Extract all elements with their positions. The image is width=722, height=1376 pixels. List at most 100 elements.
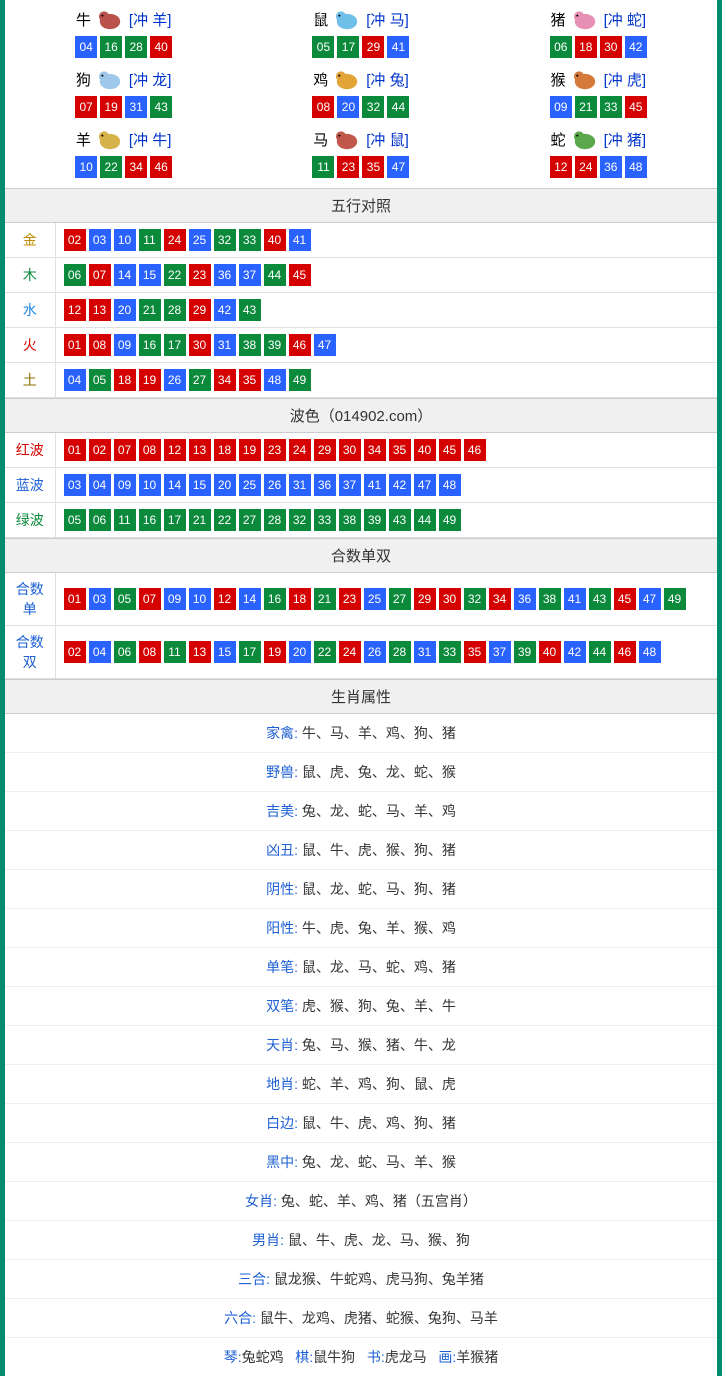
attr-key: 双笔:: [266, 998, 302, 1014]
number-badge: 30: [439, 588, 461, 610]
horse-icon: [330, 126, 364, 152]
number-badge: 18: [289, 588, 311, 610]
number-badge: 06: [89, 509, 111, 531]
row-numbers: 04051819262734354849: [55, 363, 717, 398]
number-badge: 41: [289, 229, 311, 251]
attr-footer-seg: 画:羊猴猪: [438, 1349, 498, 1365]
attrs-header: 生肖属性: [5, 679, 717, 714]
zodiac-chong: [冲 龙]: [129, 69, 172, 90]
number-badge: 47: [639, 588, 661, 610]
number-badge: 02: [89, 439, 111, 461]
row-label: 水: [5, 293, 55, 328]
row-label: 金: [5, 223, 55, 258]
number-badge: 01: [64, 439, 86, 461]
number-badge: 22: [214, 509, 236, 531]
number-badge: 03: [89, 588, 111, 610]
number-badge: 37: [489, 641, 511, 663]
attr-row: 天肖: 兔、马、猴、猪、牛、龙: [5, 1026, 717, 1065]
attr-key: 阳性:: [266, 920, 302, 936]
zodiac-cell: 牛[冲 羊]04162840: [5, 4, 242, 64]
attr-value: 兔、蛇、羊、鸡、猪（五宫肖）: [281, 1193, 477, 1209]
number-badge: 20: [214, 474, 236, 496]
number-badge: 09: [550, 96, 572, 118]
number-badge: 04: [75, 36, 97, 58]
attr-footer-value: 虎龙马: [385, 1349, 427, 1365]
zodiac-numbers: 07193143: [5, 96, 242, 118]
number-badge: 49: [664, 588, 686, 610]
attr-key: 男肖:: [252, 1232, 288, 1248]
number-badge: 37: [339, 474, 361, 496]
number-badge: 07: [89, 264, 111, 286]
number-badge: 04: [89, 474, 111, 496]
number-badge: 24: [339, 641, 361, 663]
attr-key: 三合:: [238, 1271, 274, 1287]
zodiac-chong: [冲 牛]: [129, 129, 172, 150]
number-badge: 38: [239, 334, 261, 356]
monkey-icon: [568, 66, 602, 92]
number-badge: 17: [164, 509, 186, 531]
number-badge: 40: [264, 229, 286, 251]
number-badge: 34: [364, 439, 386, 461]
zodiac-grid: 牛[冲 羊]04162840鼠[冲 马]05172941猪[冲 蛇]061830…: [5, 0, 717, 188]
number-badge: 46: [464, 439, 486, 461]
attr-value: 蛇、羊、鸡、狗、鼠、虎: [302, 1076, 456, 1092]
bose-table: 红波0102070812131819232429303435404546蓝波03…: [5, 433, 717, 538]
number-badge: 15: [139, 264, 161, 286]
zodiac-name: 猴: [551, 69, 566, 90]
row-numbers: 0103050709101214161821232527293032343638…: [55, 573, 717, 626]
attr-footer-key: 棋:: [295, 1349, 313, 1365]
number-badge: 38: [539, 588, 561, 610]
attr-key: 天肖:: [266, 1037, 302, 1053]
table-row: 木06071415222336374445: [5, 258, 717, 293]
attr-key: 地肖:: [266, 1076, 302, 1092]
attr-row: 地肖: 蛇、羊、鸡、狗、鼠、虎: [5, 1065, 717, 1104]
table-row: 合数单0103050709101214161821232527293032343…: [5, 573, 717, 626]
number-badge: 18: [214, 439, 236, 461]
bose-header: 波色（014902.com）: [5, 398, 717, 433]
number-badge: 16: [139, 509, 161, 531]
zodiac-title: 羊[冲 牛]: [76, 126, 172, 152]
number-badge: 24: [289, 439, 311, 461]
number-badge: 28: [125, 36, 147, 58]
attr-key: 单笔:: [266, 959, 302, 975]
zodiac-title: 猪[冲 蛇]: [551, 6, 647, 32]
number-badge: 14: [114, 264, 136, 286]
number-badge: 20: [337, 96, 359, 118]
number-badge: 07: [75, 96, 97, 118]
zodiac-title: 鸡[冲 兔]: [313, 66, 409, 92]
number-badge: 34: [489, 588, 511, 610]
number-badge: 02: [64, 641, 86, 663]
attr-key: 吉美:: [266, 803, 302, 819]
number-badge: 43: [239, 299, 261, 321]
row-label: 木: [5, 258, 55, 293]
number-badge: 46: [614, 641, 636, 663]
zodiac-numbers: 04162840: [5, 36, 242, 58]
number-badge: 03: [64, 474, 86, 496]
number-badge: 48: [264, 369, 286, 391]
number-badge: 12: [550, 156, 572, 178]
number-badge: 07: [114, 439, 136, 461]
attr-row: 白边: 鼠、牛、虎、鸡、狗、猪: [5, 1104, 717, 1143]
attrs-footer: 琴:兔蛇鸡 棋:鼠牛狗 书:虎龙马 画:羊猴猪: [5, 1338, 717, 1376]
attr-row: 三合: 鼠龙猴、牛蛇鸡、虎马狗、兔羊猪: [5, 1260, 717, 1299]
number-badge: 03: [89, 229, 111, 251]
attr-key: 六合:: [224, 1310, 260, 1326]
dog-icon: [93, 66, 127, 92]
row-label: 蓝波: [5, 468, 55, 503]
attr-value: 鼠、牛、虎、猴、狗、猪: [302, 842, 456, 858]
number-badge: 49: [289, 369, 311, 391]
attr-footer-seg: 书:虎龙马: [367, 1349, 427, 1365]
zodiac-numbers: 12243648: [480, 156, 717, 178]
attr-footer-key: 琴:: [224, 1349, 242, 1365]
number-badge: 40: [539, 641, 561, 663]
number-badge: 05: [114, 588, 136, 610]
number-badge: 11: [312, 156, 334, 178]
number-badge: 43: [150, 96, 172, 118]
zodiac-name: 鸡: [313, 69, 328, 90]
number-badge: 13: [189, 439, 211, 461]
number-badge: 30: [600, 36, 622, 58]
attrs-list: 家禽: 牛、马、羊、鸡、狗、猪野兽: 鼠、虎、兔、龙、蛇、猴吉美: 兔、龙、蛇、…: [5, 714, 717, 1338]
zodiac-name: 鼠: [313, 9, 328, 30]
zodiac-chong: [冲 虎]: [604, 69, 647, 90]
number-badge: 41: [564, 588, 586, 610]
